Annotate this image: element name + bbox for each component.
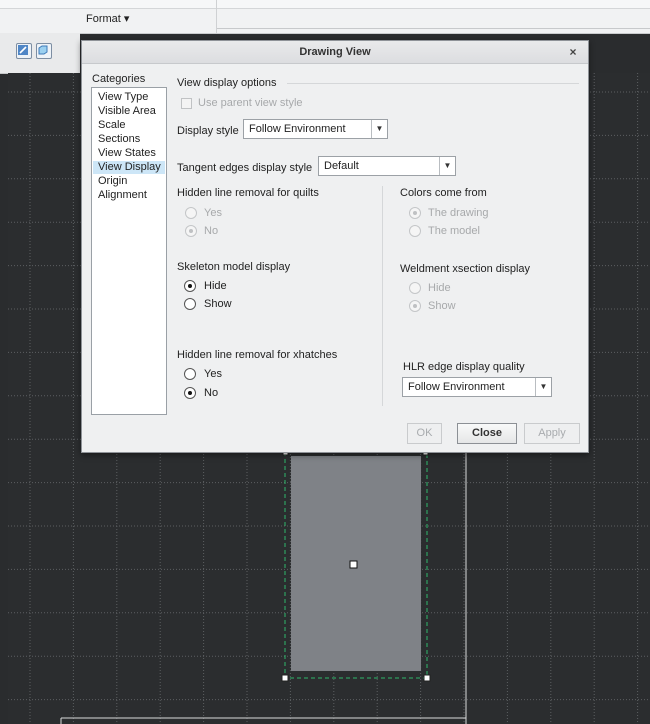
tangent-edges-label: Tangent edges display style — [177, 162, 313, 174]
drawing-edit-icon[interactable] — [16, 43, 32, 59]
weldment-show-label: Show — [428, 300, 456, 312]
colors-drawing-label: The drawing — [428, 207, 489, 219]
xhatches-no-radio[interactable] — [184, 387, 196, 399]
weldment-hide-label: Hide — [428, 282, 451, 294]
chevron-down-icon: ▼ — [535, 378, 551, 396]
ribbon: Format ▾ — [0, 0, 650, 34]
quilts-yes-radio[interactable] — [185, 207, 197, 219]
graphics-toolbar — [0, 33, 80, 74]
ribbon-top-strip — [0, 0, 650, 9]
categories-list: View Type Visible Area Scale Sections Vi… — [91, 87, 167, 415]
apply-button[interactable]: Apply — [524, 423, 580, 444]
ribbon-underline — [217, 28, 650, 29]
view-display-options-header: View display options — [177, 77, 277, 89]
hidden-line-quilts-label: Hidden line removal for quilts — [177, 187, 319, 199]
colors-drawing-radio[interactable] — [409, 207, 421, 219]
skeleton-show-radio[interactable] — [184, 298, 196, 310]
view-box-icon[interactable] — [36, 43, 52, 59]
skeleton-hide-label: Hide — [204, 280, 227, 292]
category-visible-area[interactable]: Visible Area — [93, 105, 165, 118]
resize-handle[interactable] — [281, 674, 289, 682]
drawing-view-dialog: Drawing View × Categories View Type Visi… — [81, 40, 589, 453]
weldment-hide-radio[interactable] — [409, 282, 421, 294]
xhatches-no-label: No — [204, 387, 219, 399]
display-style-value: Follow Environment — [249, 123, 346, 135]
use-parent-view-style-label: Use parent view style — [198, 97, 303, 109]
use-parent-view-style-checkbox[interactable] — [181, 98, 192, 109]
view-origin-handle[interactable] — [349, 560, 358, 569]
xhatches-yes-label: Yes — [204, 368, 222, 380]
hlr-quality-select[interactable]: Follow Environment ▼ — [402, 377, 552, 397]
categories-label: Categories — [92, 73, 146, 85]
skeleton-show-label: Show — [204, 298, 232, 310]
skeleton-hide-radio[interactable] — [184, 280, 196, 292]
tangent-edges-select[interactable]: Default ▼ — [318, 156, 456, 176]
ok-button[interactable]: OK — [407, 423, 442, 444]
skeleton-display-label: Skeleton model display — [177, 261, 291, 273]
category-scale[interactable]: Scale — [93, 119, 165, 132]
category-view-states[interactable]: View States — [93, 147, 165, 160]
colors-model-radio[interactable] — [409, 225, 421, 237]
category-view-type[interactable]: View Type — [93, 91, 165, 104]
hlr-quality-label: HLR edge display quality — [403, 361, 525, 373]
dialog-title: Drawing View — [82, 41, 588, 64]
display-style-label: Display style — [177, 125, 239, 137]
column-divider — [382, 186, 383, 406]
weldment-show-radio[interactable] — [409, 300, 421, 312]
category-sections[interactable]: Sections — [93, 133, 165, 146]
colors-model-label: The model — [428, 225, 480, 237]
colors-come-from-label: Colors come from — [400, 187, 487, 199]
category-alignment[interactable]: Alignment — [93, 189, 165, 202]
quilts-yes-label: Yes — [204, 207, 222, 219]
weldment-display-label: Weldment xsection display — [400, 263, 531, 275]
tangent-edges-value: Default — [324, 160, 359, 172]
quilts-no-radio[interactable] — [185, 225, 197, 237]
quilts-no-label: No — [204, 225, 219, 237]
close-icon[interactable]: × — [566, 45, 580, 59]
hlr-quality-value: Follow Environment — [408, 381, 505, 393]
display-style-select[interactable]: Follow Environment ▼ — [243, 119, 388, 139]
chevron-down-icon: ▼ — [371, 120, 387, 138]
xhatches-yes-radio[interactable] — [184, 368, 196, 380]
chevron-down-icon: ▼ — [439, 157, 455, 175]
resize-handle[interactable] — [423, 674, 431, 682]
category-origin[interactable]: Origin — [93, 175, 165, 188]
section-divider — [287, 83, 579, 84]
hidden-line-xhatches-label: Hidden line removal for xhatches — [177, 349, 338, 361]
close-button[interactable]: Close — [457, 423, 517, 444]
category-view-display[interactable]: View Display — [93, 161, 165, 174]
format-menu[interactable]: Format ▾ — [86, 12, 129, 25]
